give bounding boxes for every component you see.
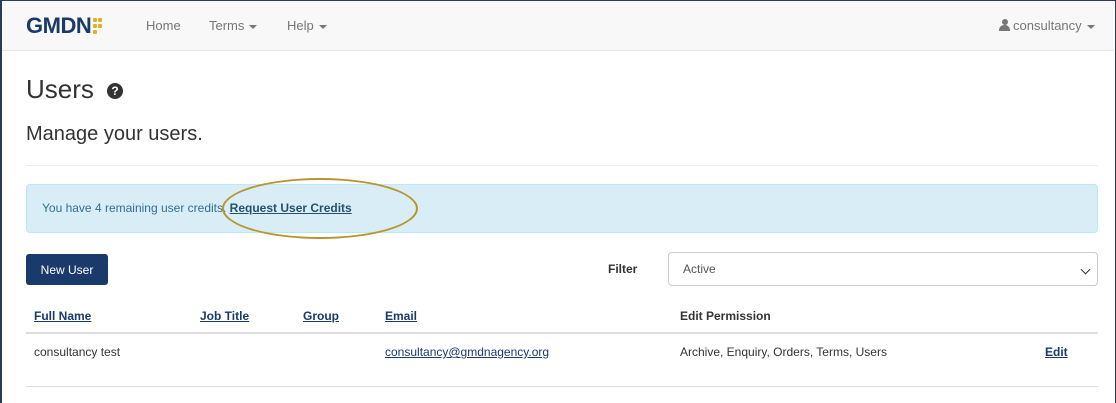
column-header-full-name[interactable]: Full Name [34,309,91,323]
credits-alert: You have 4 remaining user credits. Reque… [26,184,1098,233]
user-icon [999,19,1010,31]
cell-full-name: consultancy test [34,345,121,359]
question-circle-icon[interactable]: ? [107,83,123,99]
new-user-button[interactable]: New User [26,254,108,285]
caret-down-icon [249,24,258,29]
nav-terms-dropdown[interactable]: Terms [209,1,258,51]
nav-help-label: Help [287,18,314,33]
table-header-rule [26,332,1098,334]
cell-email-link[interactable]: consultancy@gmdnagency.org [385,345,549,359]
navbar: GMDN Home Terms Help consultancy [2,1,1114,51]
filter-select[interactable]: Active [668,252,1098,286]
nav-help-dropdown[interactable]: Help [287,1,327,51]
nav-home[interactable]: Home [146,1,181,51]
caret-down-icon [1086,24,1095,29]
nav-user-label: consultancy [1013,18,1082,33]
page-subtitle: Manage your users. [26,123,203,145]
divider [26,165,1098,166]
request-user-credits-link[interactable]: Request User Credits [230,201,352,215]
alert-text: You have 4 remaining user credits. [42,201,230,215]
brand-dots-icon [93,17,103,35]
caret-down-icon [318,24,327,29]
page-title: Users [26,74,94,104]
chevron-down-icon [1080,264,1091,275]
filter-label: Filter [608,262,638,276]
edit-user-link[interactable]: Edit [1045,345,1068,359]
column-header-edit-permission: Edit Permission [680,309,771,323]
cell-edit-permission: Archive, Enquiry, Orders, Terms, Users [680,345,887,359]
column-header-email[interactable]: Email [385,309,417,323]
nav-terms-label: Terms [209,18,245,33]
column-header-group[interactable]: Group [303,309,339,323]
brand-text: GMDN [26,13,92,38]
table-row-rule [26,386,1098,387]
column-header-job-title[interactable]: Job Title [200,309,249,323]
filter-selected-value: Active [683,262,716,276]
nav-user-menu[interactable]: consultancy [999,1,1095,51]
nav-home-label: Home [146,18,181,33]
brand-logo[interactable]: GMDN [26,13,103,38]
